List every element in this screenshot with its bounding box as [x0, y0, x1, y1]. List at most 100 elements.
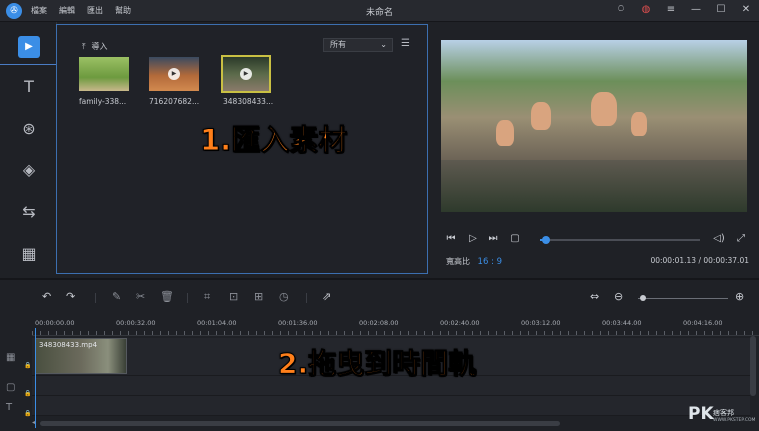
message-icon[interactable]: ◍	[639, 3, 653, 17]
zoom-in-icon[interactable]: ⊕	[735, 290, 744, 303]
media-item-label: family-338...	[79, 97, 127, 106]
sidebar: ▶ T ⊛ ◈ ⇆ ▦	[0, 22, 57, 274]
video-preview[interactable]	[441, 40, 747, 212]
ruler-label: 00:02:40.00	[440, 319, 480, 327]
filter-dropdown[interactable]: 所有 ⌄	[323, 38, 393, 52]
undo-icon[interactable]: ↶	[42, 290, 51, 303]
media-thumbnail: ▶	[223, 57, 269, 91]
edit-icon[interactable]: ✎	[112, 290, 121, 303]
filter-icon[interactable]: ⊛	[18, 118, 40, 140]
lock-icon[interactable]: 🔒	[24, 362, 31, 369]
playback-progress[interactable]	[540, 236, 700, 244]
lock-icon[interactable]: 🔒	[24, 410, 31, 417]
timeline-clip[interactable]: 348308433.mp4	[35, 338, 127, 374]
ruler-label: 00:04:16.00	[683, 319, 723, 327]
zoom-slider[interactable]	[638, 295, 728, 301]
play-icon: ▶	[240, 68, 252, 80]
text-track-icon: T	[6, 402, 13, 413]
scroll-left-icon[interactable]: ◂	[32, 419, 35, 426]
stop-icon[interactable]: ▢	[508, 233, 522, 244]
annotation-step1: 1.匯入素材	[199, 123, 348, 158]
overlay-icon[interactable]: ◈	[18, 159, 40, 181]
lock-icon[interactable]: 🔒	[24, 390, 31, 397]
vertical-scrollbar[interactable]	[750, 336, 756, 396]
toolbar-separator	[187, 293, 188, 303]
watermark-brand: PK	[688, 404, 714, 424]
ruler-ticks	[32, 331, 759, 335]
clip-label: 348308433.mp4	[39, 341, 98, 349]
video-editor-window: ✇ 檔案 編輯 匯出 幫助 未命名 ⍥ ◍ ≡ — ☐ ✕ ▶ T ⊛ ◈ ⇆ …	[0, 0, 759, 431]
horizontal-scrollbar[interactable]	[40, 421, 560, 426]
fullscreen-icon[interactable]: ⤢	[734, 233, 748, 244]
media-icon[interactable]: ▶	[18, 36, 40, 58]
ruler-label: 00:03:44.00	[602, 319, 642, 327]
playhead[interactable]	[35, 328, 36, 428]
timeline-ruler[interactable]: 00:00:00.00 00:00:32.00 00:01:04.00 00:0…	[32, 316, 759, 336]
split-icon[interactable]: ⊞	[254, 290, 263, 303]
close-icon[interactable]: ✕	[739, 3, 753, 17]
zoom-slider-handle[interactable]	[639, 295, 646, 301]
minimize-icon[interactable]: —	[689, 3, 703, 17]
progress-handle[interactable]	[542, 236, 551, 244]
export-icon[interactable]: ⇗	[322, 290, 331, 303]
media-item-selected[interactable]: ▶ 348308433...	[221, 55, 273, 106]
media-item[interactable]: ▶ 716207682...	[149, 57, 199, 106]
menu-file[interactable]: 檔案	[31, 5, 47, 16]
playback-controls: ⏮ ▷ ⏭ ▢ ◁) ⤢	[444, 233, 750, 249]
window-controls: ⍥ ◍ ≡ — ☐ ✕	[614, 3, 753, 17]
import-button[interactable]: ⤒ 導入	[82, 41, 108, 52]
redo-icon[interactable]: ↷	[66, 290, 75, 303]
prev-frame-icon[interactable]: ⏮	[444, 233, 458, 244]
user-icon[interactable]: ⍥	[614, 3, 628, 17]
preview-scene-person	[531, 102, 551, 130]
media-item[interactable]: family-338...	[79, 57, 129, 106]
filter-value: 所有	[330, 40, 346, 49]
volume-icon[interactable]: ◁)	[712, 233, 726, 244]
timecode: 00:00:01.13 / 00:00:37.01	[650, 256, 749, 265]
duration-icon[interactable]: ◷	[279, 290, 289, 303]
list-view-icon[interactable]: ☰	[401, 38, 410, 49]
watermark-en: WWW.PKSTEP.COM	[713, 418, 756, 423]
aspect-ratio-selector[interactable]: 寬高比 16 : 9	[446, 256, 502, 267]
play-icon[interactable]: ▷	[466, 233, 480, 244]
panel-divider[interactable]	[0, 278, 759, 280]
watermark-sub: 痞客邦	[713, 409, 734, 417]
preview-scene-person	[631, 112, 647, 136]
cut-icon[interactable]: ✂	[136, 290, 145, 303]
menu-edit[interactable]: 編輯	[59, 5, 75, 16]
ruler-label: 00:02:08.00	[359, 319, 399, 327]
media-thumbnail	[79, 57, 129, 91]
text-track[interactable]	[32, 396, 750, 416]
timeline-toolbar: ↶ ↷ ✎ ✂ 🗑 ⌗ ⊡ ⊞ ◷ ⇗ ⇔ ⊖ ⊕	[0, 281, 759, 313]
crop-icon[interactable]: ⌗	[204, 290, 210, 304]
maximize-icon[interactable]: ☐	[714, 3, 728, 17]
watermark: PK 痞客邦 WWW.PKSTEP.COM	[688, 404, 756, 428]
media-thumbnail: ▶	[149, 57, 199, 91]
import-icon: ⤒	[82, 41, 86, 51]
transition-icon[interactable]: ⇆	[18, 201, 40, 223]
text-icon[interactable]: T	[18, 76, 40, 98]
menu-icon[interactable]: ≡	[664, 3, 678, 17]
mosaic-icon[interactable]: ⊡	[229, 290, 238, 303]
ruler-label: 00:00:00.00	[35, 319, 75, 327]
preview-scene-person	[591, 92, 617, 126]
aspect-value: 16 : 9	[477, 257, 503, 267]
ruler-label: 00:03:12.00	[521, 319, 561, 327]
title-bar: ✇ 檔案 編輯 匯出 幫助 未命名 ⍥ ◍ ≡ — ☐ ✕	[0, 0, 759, 22]
annotation-step2: 2.拖曳到時間軌	[277, 347, 477, 381]
menu-export[interactable]: 匯出	[87, 5, 103, 16]
ruler-label: 00:01:04.00	[197, 319, 237, 327]
delete-icon[interactable]: 🗑	[160, 290, 174, 303]
app-logo-icon: ✇	[6, 3, 22, 19]
sidebar-selection-bar	[0, 64, 57, 65]
film-icon[interactable]: ▦	[18, 243, 40, 265]
fit-timeline-icon[interactable]: ⇔	[590, 290, 599, 303]
next-frame-icon[interactable]: ⏭	[486, 233, 500, 244]
video-track-icon: ▦	[6, 352, 16, 363]
media-item-label: 348308433...	[223, 97, 274, 106]
import-label: 導入	[91, 42, 108, 51]
media-item-label: 716207682...	[149, 97, 200, 106]
zoom-out-icon[interactable]: ⊖	[614, 290, 623, 303]
menu-help[interactable]: 幫助	[115, 5, 131, 16]
toolbar-separator	[306, 293, 307, 303]
